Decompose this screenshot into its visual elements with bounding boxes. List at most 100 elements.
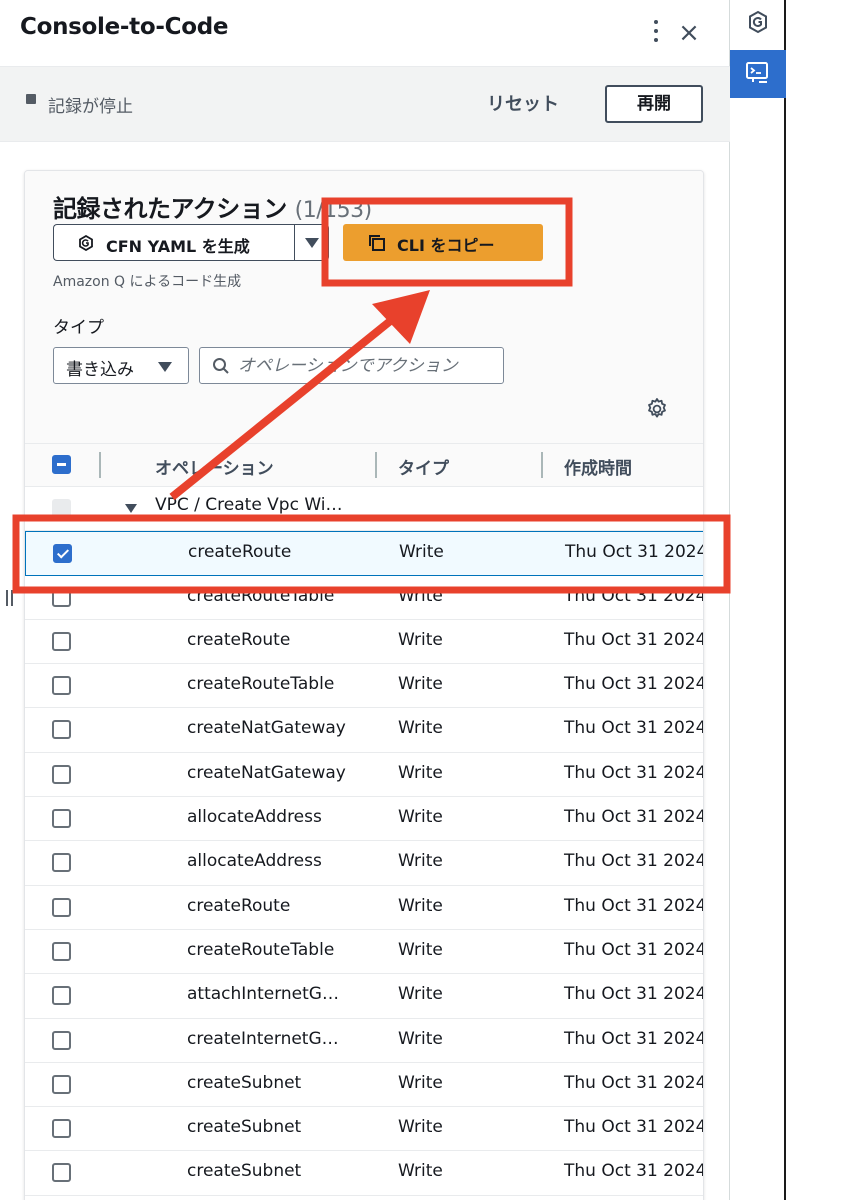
table-row[interactable]: createSubnet Write Thu Oct 31 2024 <box>25 1062 704 1108</box>
table-row[interactable]: allocateAddress Write Thu Oct 31 2024 <box>25 841 703 886</box>
generate-cfn-yaml-label: CFN YAML を生成 <box>106 237 250 256</box>
row-checkbox[interactable] <box>52 1030 71 1050</box>
row-checkbox[interactable] <box>52 676 71 696</box>
row-operation: createInternetG… <box>187 1028 339 1049</box>
table-row[interactable]: createRoute Write Thu Oct 31 2024 <box>25 619 704 665</box>
recording-status-text: 記録が停止 <box>48 97 133 117</box>
copy-cli-button[interactable]: CLI をコピー <box>343 224 543 261</box>
table-row[interactable]: createInternetG… Write Thu Oct 31 2024 <box>25 1018 704 1063</box>
panel-title: Console-to-Code <box>20 14 229 40</box>
row-type: Write <box>398 939 443 960</box>
row-checkbox[interactable] <box>52 631 71 651</box>
row-checkbox[interactable] <box>52 853 71 873</box>
row-operation: attachInternetG… <box>187 984 339 1005</box>
close-icon[interactable]: × <box>676 20 702 46</box>
table-row[interactable]: createRoute Write Thu Oct 31 2024 <box>25 531 704 576</box>
table-row[interactable]: createNatGateway Write Thu Oct 31 2024 <box>25 752 703 798</box>
row-created-time: Thu Oct 31 2024 <box>564 585 704 606</box>
table-header: オペレーション タイプ 作成時間 <box>25 443 703 487</box>
row-checkbox[interactable] <box>52 897 71 917</box>
row-checkbox[interactable] <box>52 941 71 961</box>
resize-handle[interactable] <box>6 590 16 606</box>
generate-options-dropdown[interactable] <box>294 224 329 261</box>
row-operation: allocateAddress <box>187 851 322 872</box>
row-type: Write <box>398 1117 443 1138</box>
row-created-time: Thu Oct 31 2024 <box>564 718 704 739</box>
cloudformation-icon[interactable] <box>746 10 770 34</box>
column-divider <box>99 452 101 478</box>
column-divider[interactable] <box>541 452 543 478</box>
row-operation: createSubnet <box>187 1161 302 1182</box>
table-row[interactable]: createRouteTable Write Thu Oct 31 2024 <box>25 575 704 620</box>
row-created-time: Thu Oct 31 2024 <box>564 1161 704 1182</box>
row-operation: createRouteTable <box>187 939 335 960</box>
row-checkbox[interactable] <box>52 720 71 740</box>
row-operation: createRouteTable <box>187 674 335 695</box>
table-row[interactable]: createNatGateway Write Thu Oct 31 2024 <box>25 708 704 753</box>
console-to-code-icon <box>746 62 768 83</box>
row-type: Write <box>398 585 443 606</box>
table-row[interactable]: createSubnet Write Thu Oct 31 2024 <box>25 1151 704 1196</box>
row-checkbox[interactable] <box>52 1074 71 1094</box>
search-icon <box>213 358 229 374</box>
row-type: Write <box>398 851 443 872</box>
console-to-code-tab[interactable] <box>730 50 786 98</box>
column-divider[interactable] <box>375 452 377 478</box>
table-row[interactable]: createSubnet Write Thu Oct 31 2024 <box>25 1107 704 1152</box>
generate-cfn-yaml-button[interactable]: CFN YAML を生成 <box>53 224 294 261</box>
row-checkbox[interactable] <box>52 587 71 607</box>
row-created-time: Thu Oct 31 2024 <box>565 542 704 563</box>
row-created-time: Thu Oct 31 2024 <box>564 1117 704 1138</box>
operation-search-input[interactable] <box>238 352 500 379</box>
row-type: Write <box>398 629 443 650</box>
row-checkbox[interactable] <box>53 544 72 564</box>
more-options-icon[interactable] <box>645 18 667 44</box>
row-operation: createNatGateway <box>187 762 346 783</box>
operation-search[interactable] <box>199 347 504 384</box>
caret-down-icon <box>158 362 172 372</box>
row-created-time: Thu Oct 31 2024 <box>564 674 704 695</box>
row-checkbox[interactable] <box>52 809 71 829</box>
resume-button[interactable]: 再開 <box>605 85 703 123</box>
row-checkbox[interactable] <box>52 1119 71 1139</box>
row-type: Write <box>398 807 443 828</box>
row-created-time: Thu Oct 31 2024 <box>564 1072 704 1093</box>
section-title: 記録されたアクション (1/153) <box>53 189 372 224</box>
row-type: Write <box>398 674 443 695</box>
row-type: Write <box>398 895 443 916</box>
panel-header: Console-to-Code × <box>0 0 730 66</box>
table-row[interactable]: createRoute Write Thu Oct 31 2024 <box>25 885 703 930</box>
row-operation: createRoute <box>188 542 292 563</box>
row-created-time: Thu Oct 31 2024 <box>564 807 704 828</box>
row-type: Write <box>398 1072 443 1093</box>
copy-cli-label: CLI をコピー <box>397 236 495 255</box>
table-row[interactable]: createRouteTable Write Thu Oct 31 2024 <box>25 664 704 709</box>
group-checkbox <box>52 499 71 518</box>
row-created-time: Thu Oct 31 2024 <box>564 629 704 650</box>
selection-count: (1/153) <box>294 198 373 223</box>
row-created-time: Thu Oct 31 2024 <box>564 939 704 960</box>
stop-icon <box>26 94 36 104</box>
row-type: Write <box>398 718 443 739</box>
table-body: VPC / Create Vpc Wi… createRoute Write Thu… <box>25 487 704 1196</box>
table-row[interactable]: createRouteTable Write Thu Oct 31 2024 <box>25 929 704 975</box>
table-row[interactable]: allocateAddress Write Thu Oct 31 2024 <box>25 797 704 842</box>
column-header-operation[interactable]: オペレーション <box>155 454 274 479</box>
reset-button[interactable]: リセット <box>487 90 559 116</box>
side-panel-strip <box>730 0 786 1200</box>
select-all-checkbox[interactable] <box>52 455 71 474</box>
row-checkbox[interactable] <box>52 986 71 1006</box>
row-checkbox[interactable] <box>52 764 71 784</box>
table-group-row[interactable]: VPC / Create Vpc Wi… <box>25 487 703 532</box>
expand-caret-icon[interactable] <box>125 504 137 513</box>
copy-icon <box>369 235 385 251</box>
table-row[interactable]: attachInternetG… Write Thu Oct 31 2024 <box>25 974 704 1019</box>
column-header-type[interactable]: タイプ <box>398 454 449 479</box>
type-filter-select[interactable]: 書き込み <box>53 347 189 384</box>
row-created-time: Thu Oct 31 2024 <box>564 1028 704 1049</box>
row-checkbox[interactable] <box>52 1163 71 1183</box>
column-header-created[interactable]: 作成時間 <box>564 454 632 479</box>
caret-down-icon <box>305 238 319 248</box>
row-created-time: Thu Oct 31 2024 <box>564 984 704 1005</box>
gear-icon[interactable] <box>645 397 669 421</box>
